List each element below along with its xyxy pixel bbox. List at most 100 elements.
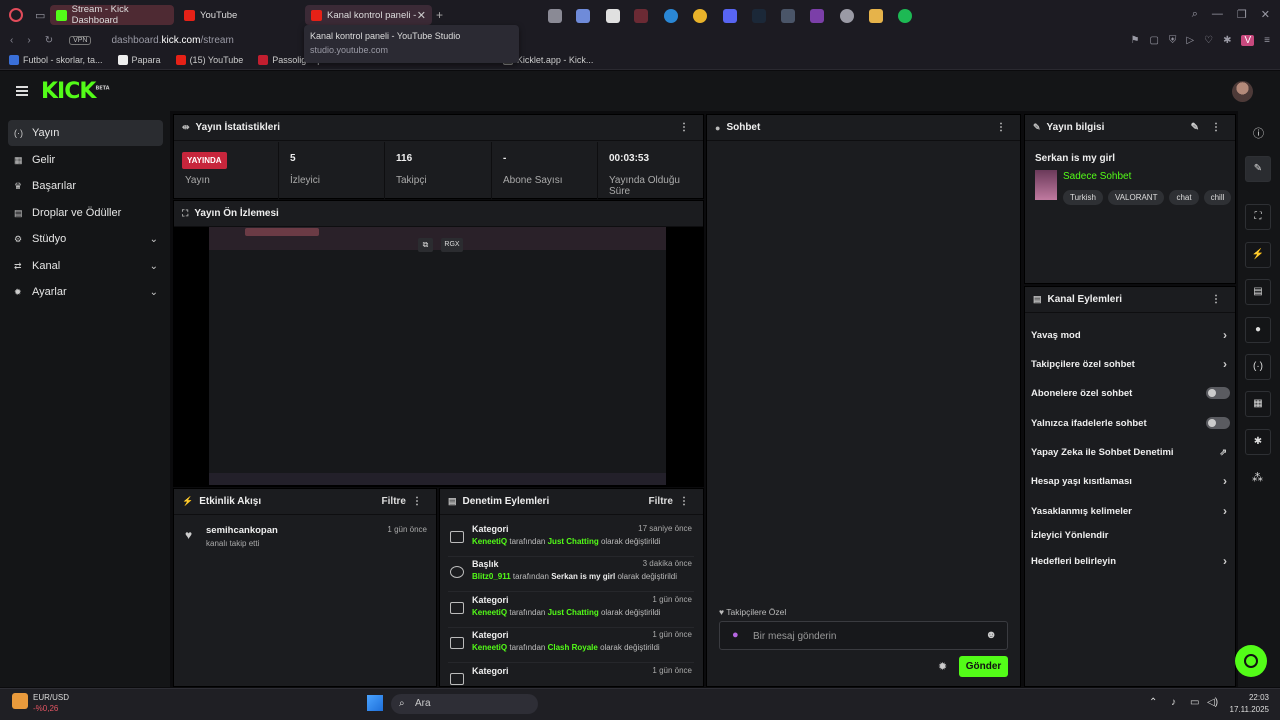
back-icon[interactable]: ‹	[10, 35, 13, 46]
task-view-icon[interactable]	[548, 9, 562, 23]
menu-icon[interactable]: ≡	[1264, 35, 1270, 46]
opera-taskbar-icon[interactable]	[634, 9, 648, 23]
play-icon[interactable]: ▷	[1186, 35, 1194, 46]
activity-widget-icon[interactable]: ⚡	[1245, 242, 1271, 268]
moderation-widget-icon[interactable]: ▤	[1245, 279, 1271, 305]
close-window-icon[interactable]: ✕	[1261, 8, 1270, 21]
notepad-icon[interactable]	[606, 9, 620, 23]
file-explorer-icon[interactable]	[869, 9, 883, 23]
more-widgets-icon[interactable]: ⁂	[1252, 471, 1263, 484]
heart-icon[interactable]: ♡	[1204, 35, 1213, 46]
bookmark-item[interactable]: (15) YouTube	[175, 54, 243, 65]
more-options-icon[interactable]: ⋮	[996, 122, 1006, 133]
filter-button[interactable]: Filtre	[382, 496, 406, 507]
action-raid[interactable]: İzleyici Yönlendir	[1031, 530, 1227, 541]
forward-icon[interactable]: ›	[27, 35, 30, 46]
extensions-icon[interactable]: ✱	[1223, 35, 1231, 46]
url-field[interactable]: dashboard.kick.com/stream	[111, 35, 233, 46]
tray-chevron-icon[interactable]: ⌃	[1149, 697, 1157, 708]
search-tabs-icon[interactable]: ⌕	[1192, 8, 1198, 21]
file-icon[interactable]	[781, 9, 795, 23]
workspaces-icon[interactable]: ▭	[35, 9, 45, 22]
more-options-icon[interactable]: ⋮	[412, 496, 422, 507]
actions-widget-icon[interactable]: ▦	[1245, 391, 1271, 417]
restore-icon[interactable]: ❐	[1237, 8, 1247, 21]
action-account-age[interactable]: Hesap yaşı kısıtlaması ›	[1031, 474, 1227, 488]
mod-user[interactable]: KeneetiQ	[472, 608, 507, 617]
more-options-icon[interactable]: ⋮	[1211, 122, 1221, 133]
sidebar-item-studyo[interactable]: ⚙ Stüdyo ⌄	[8, 226, 163, 252]
send-button[interactable]: Gönder	[959, 656, 1008, 677]
mod-user[interactable]: KeneetiQ	[472, 643, 507, 652]
more-options-icon[interactable]: ⋮	[1211, 294, 1221, 305]
vpn-badge[interactable]: VPN	[69, 35, 92, 45]
tab-youtube[interactable]: YouTube	[178, 5, 298, 25]
sidebar-item-droplar[interactable]: ▤ Droplar ve Ödüller	[8, 200, 163, 226]
sidebar-item-kanal[interactable]: ⇄ Kanal ⌄	[8, 253, 163, 279]
profile-icon[interactable]: V	[1241, 34, 1255, 46]
kick-logo[interactable]: KICKBETA	[41, 79, 110, 104]
more-options-icon[interactable]: ⋮	[679, 496, 689, 507]
flow-icon[interactable]: ⚑	[1131, 35, 1140, 46]
action-banned-words[interactable]: Yasaklanmış kelimeler ›	[1031, 504, 1227, 518]
hamburger-menu-icon[interactable]	[16, 86, 28, 96]
action-slow-mode[interactable]: Yavaş mod ›	[1031, 328, 1227, 342]
start-windows-icon[interactable]	[367, 695, 383, 711]
tag[interactable]: chill	[1203, 190, 1232, 205]
discord-icon[interactable]	[723, 9, 737, 23]
shield-icon[interactable]: ⛨	[1169, 35, 1177, 46]
bookmark-item[interactable]: Futbol - skorlar, ta...	[9, 54, 103, 65]
filter-button[interactable]: Filtre	[649, 496, 673, 507]
spotify-icon[interactable]	[898, 9, 912, 23]
action-ai-moderation[interactable]: Yapay Zeka ile Sohbet Denetimi ⇗	[1031, 447, 1227, 458]
action-followers-only[interactable]: Takipçilere özel sohbet ›	[1031, 357, 1227, 371]
new-tab-icon[interactable]: +	[436, 8, 443, 22]
close-tab-icon[interactable]: ✕	[417, 9, 426, 22]
edit-layout-icon[interactable]: ✎	[1245, 156, 1271, 182]
snapshot-icon[interactable]: ▢	[1149, 35, 1158, 46]
user-avatar[interactable]	[1232, 81, 1253, 102]
chat-widget-icon[interactable]: ●	[1245, 317, 1271, 343]
tab-kick-dashboard[interactable]: Stream - Kick Dashboard	[50, 4, 174, 26]
opera-logo-icon[interactable]	[9, 8, 23, 22]
edge-icon[interactable]	[664, 9, 678, 23]
tab-youtube-studio[interactable]: Kanal kontrol paneli - ✕	[305, 5, 432, 25]
sidebar-item-ayarlar[interactable]: ✹ Ayarlar ⌄	[8, 279, 163, 305]
app-icon[interactable]	[810, 9, 824, 23]
sidebar-item-yayin[interactable]: (·) Yayın	[8, 120, 163, 146]
clock-time[interactable]: 22:03	[1229, 693, 1269, 702]
tag[interactable]: Turkish	[1063, 190, 1103, 205]
stream-preview-video[interactable]	[209, 227, 666, 485]
copilot-icon[interactable]	[576, 9, 590, 23]
emoji-icon[interactable]: ☻	[985, 629, 997, 641]
category-name[interactable]: Sadece Sohbet	[1063, 171, 1131, 182]
rgx-badge[interactable]: RGX	[441, 238, 463, 252]
mod-user[interactable]: Blitz0_911	[472, 572, 511, 581]
edit-icon[interactable]: ✎	[1191, 122, 1199, 133]
chat-settings-icon[interactable]: ✹	[938, 660, 947, 673]
more-options-icon[interactable]: ⋮	[679, 122, 689, 133]
tools-widget-icon[interactable]: ✱	[1245, 429, 1271, 455]
sidebar-item-basarilar[interactable]: ♛ Başarılar	[8, 173, 163, 199]
steam-icon[interactable]	[752, 9, 766, 23]
tag[interactable]: chat	[1169, 190, 1199, 205]
minimize-icon[interactable]: —	[1212, 8, 1223, 21]
taskbar-search[interactable]: ⌕ Ara	[391, 694, 538, 714]
tag[interactable]: VALORANT	[1107, 190, 1165, 205]
info-icon[interactable]: ⓘ	[1253, 125, 1264, 141]
bookmark-item[interactable]: Papara	[117, 54, 161, 65]
popout-icon[interactable]: ⧉	[418, 238, 433, 252]
obs-icon[interactable]	[840, 9, 854, 23]
chat-input[interactable]: ● Bir mesaj gönderin ☻	[719, 621, 1008, 650]
reload-icon[interactable]: ↻	[45, 35, 53, 46]
clock-date[interactable]: 17.11.2025	[1222, 705, 1269, 714]
action-goals[interactable]: Hedefleri belirleyin ›	[1031, 554, 1227, 568]
microphone-icon[interactable]: ●	[732, 629, 739, 641]
widget-icon[interactable]	[12, 693, 28, 709]
sidebar-item-gelir[interactable]: ▦ Gelir	[8, 147, 163, 173]
help-chat-button[interactable]	[1235, 645, 1267, 677]
volume-icon[interactable]: ◁)	[1207, 697, 1218, 708]
microphone-tray-icon[interactable]: ♪	[1171, 697, 1176, 708]
preview-widget-icon[interactable]: ⛶	[1245, 204, 1271, 230]
network-icon[interactable]: ▭	[1190, 697, 1199, 708]
